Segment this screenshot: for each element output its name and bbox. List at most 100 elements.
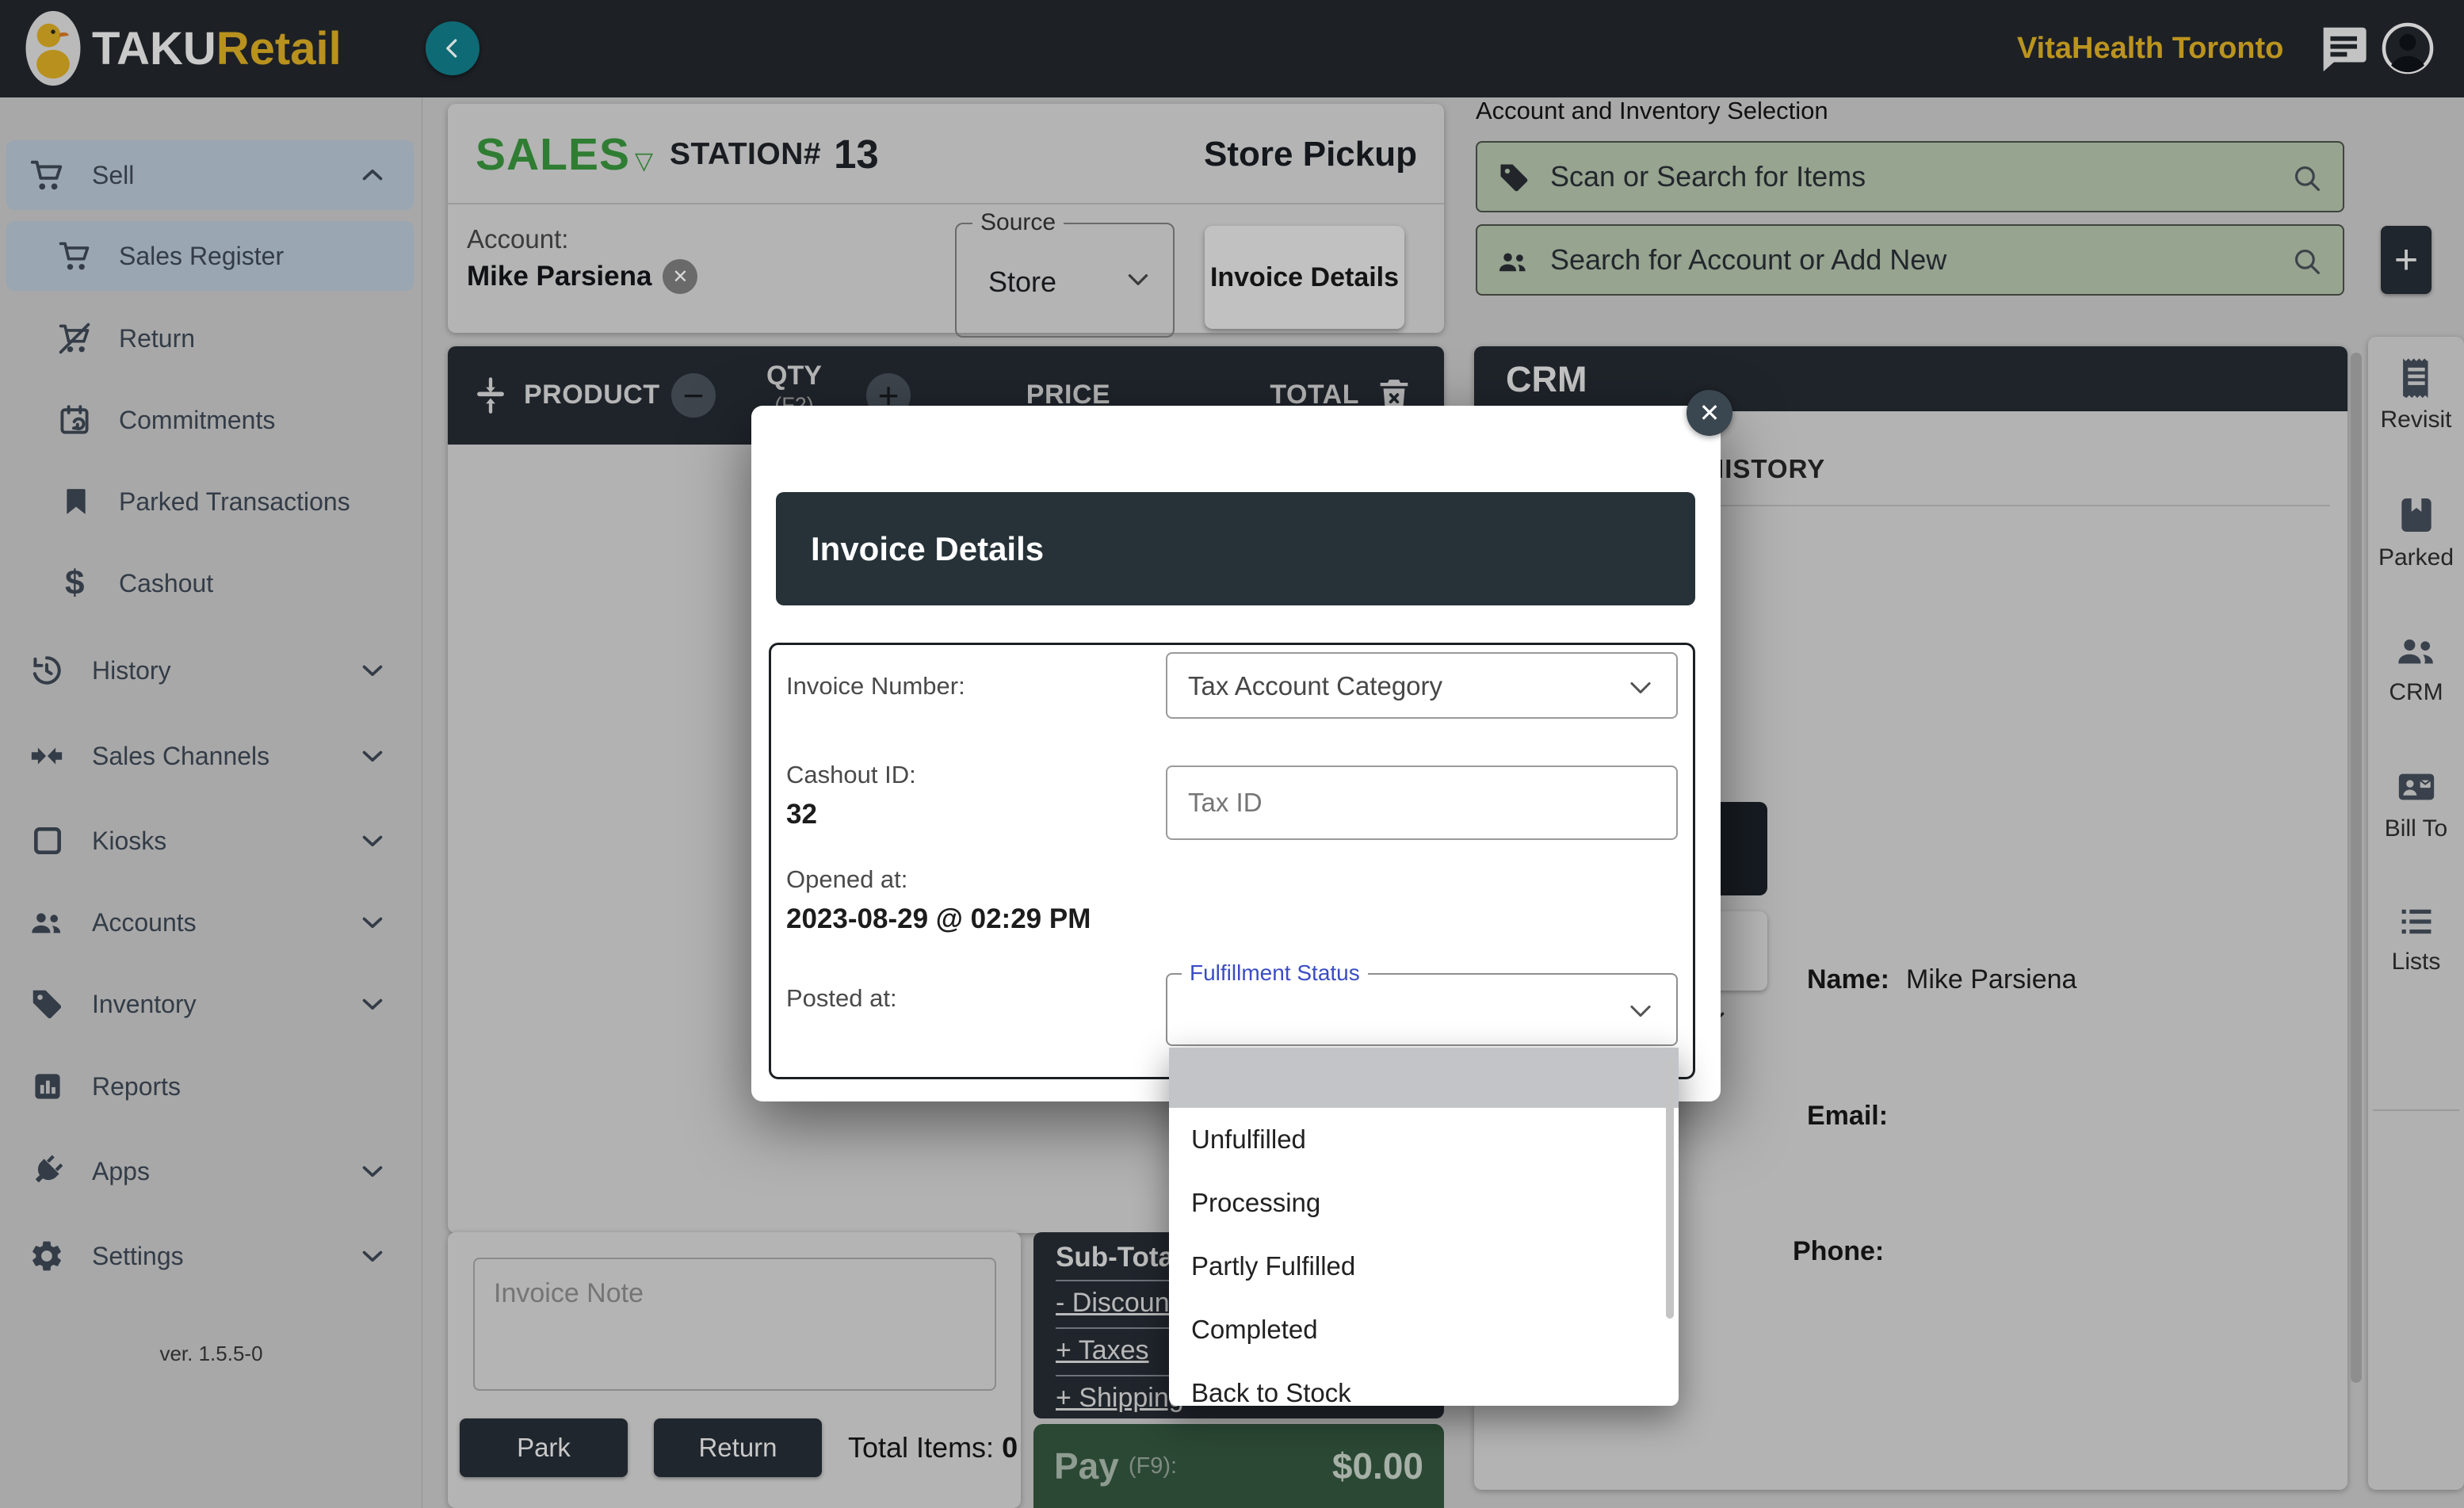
chat-icon[interactable]: [2314, 21, 2370, 76]
toolbar-item-bill-to[interactable]: Bill To: [2368, 765, 2464, 842]
sales-menu[interactable]: SALES ▽: [476, 104, 653, 204]
sidebar-item-label: Accounts: [92, 908, 197, 937]
sidebar-item-label: Cashout: [119, 569, 213, 598]
people-icon: [1495, 245, 1531, 278]
account-name: Mike Parsiena: [467, 261, 651, 292]
sidebar-item-parked-transactions[interactable]: Parked Transactions: [0, 467, 422, 536]
app-version: ver. 1.5.5-0: [0, 1342, 422, 1366]
pay-hotkey: (F9):: [1129, 1453, 1177, 1479]
sidebar-item-label: Sell: [92, 161, 134, 190]
toolbar-item-label: Lists: [2392, 949, 2441, 975]
register-header-card: SALES ▽ STATION# 13 Store Pickup Account…: [448, 104, 1444, 333]
order-mode: Store Pickup: [1204, 104, 1417, 204]
sidebar-item-label: Reports: [92, 1072, 181, 1101]
sidebar-item-reports[interactable]: Reports: [0, 1052, 422, 1121]
chevron-down-icon: [358, 908, 387, 937]
account-search-input[interactable]: [1550, 226, 2248, 294]
avatar[interactable]: [2381, 21, 2435, 75]
discount-link[interactable]: - Discount: [1056, 1288, 1177, 1319]
sidebar-item-commitments[interactable]: Commitments: [0, 385, 422, 455]
people-icon: [2393, 628, 2440, 673]
dollar-icon: $: [65, 563, 84, 603]
sidebar-item-sell[interactable]: Sell: [0, 140, 422, 210]
pay-label-group: Pay (F9):: [1054, 1424, 1177, 1508]
crm-name-label: Name:: [1807, 964, 1889, 995]
cart-icon: [57, 239, 92, 273]
station-info: STATION# 13: [670, 104, 879, 204]
chevron-down-icon: [1625, 673, 1656, 703]
toolbar-item-crm[interactable]: CRM: [2368, 628, 2464, 706]
source-select[interactable]: Source Store: [955, 223, 1175, 338]
sidebar-item-return[interactable]: Return: [0, 304, 422, 373]
crm-scrollbar[interactable]: [2351, 353, 2362, 1383]
sidebar-item-kiosks[interactable]: Kiosks: [0, 806, 422, 876]
toolbar-item-lists[interactable]: Lists: [2368, 901, 2464, 975]
taxes-link[interactable]: + Taxes: [1056, 1335, 1149, 1366]
dialog-close-button[interactable]: ✕: [1687, 390, 1732, 436]
add-account-button[interactable]: +: [2381, 226, 2432, 294]
total-items-label: Total Items:: [848, 1431, 994, 1464]
cart-return-icon: [57, 321, 92, 356]
option-back-to-stock[interactable]: Back to Stock: [1169, 1361, 1679, 1406]
return-button[interactable]: Return: [654, 1418, 822, 1477]
chevron-down-icon: [1625, 996, 1656, 1026]
pay-button[interactable]: Pay (F9): $0.00: [1033, 1424, 1444, 1508]
invoice-details-button[interactable]: Invoice Details: [1205, 226, 1404, 329]
tag-icon: [1496, 160, 1531, 195]
collapse-sidebar-button[interactable]: [426, 21, 479, 75]
sidebar-item-label: Sales Register: [119, 242, 284, 271]
option-blank[interactable]: [1169, 1048, 1679, 1108]
sidebar: Sell Sales Register Return Commitments P…: [0, 97, 422, 1508]
store-name: VitaHealth Toronto: [2017, 0, 2283, 97]
dropdown-scrollbar[interactable]: [1666, 1057, 1674, 1319]
search-icon: [2290, 162, 2324, 195]
qty-decrement-button[interactable]: −: [671, 373, 716, 418]
sidebar-item-settings[interactable]: Settings: [0, 1221, 422, 1291]
toolbar-item-revisit[interactable]: Revisit: [2368, 354, 2464, 433]
sidebar-item-sales-register[interactable]: Sales Register: [0, 221, 422, 291]
shipping-link[interactable]: + Shipping: [1056, 1383, 1184, 1414]
option-processing[interactable]: Processing: [1169, 1171, 1679, 1235]
park-button[interactable]: Park: [460, 1418, 628, 1477]
account-label: Account:: [467, 224, 568, 254]
sidebar-item-label: Commitments: [119, 406, 275, 435]
chevron-up-icon: [358, 161, 387, 189]
tax-account-category-select[interactable]: Tax Account Category: [1166, 652, 1678, 719]
dialog-header: Invoice Details: [776, 492, 1695, 605]
search-icon: [2290, 245, 2324, 278]
history-icon: [29, 652, 65, 689]
sidebar-item-sales-channels[interactable]: Sales Channels: [0, 721, 422, 791]
parked-icon: [2394, 492, 2439, 538]
total-items: Total Items: 0: [848, 1418, 1018, 1477]
sidebar-item-accounts[interactable]: Accounts: [0, 888, 422, 957]
crm-title: CRM: [1506, 359, 1587, 400]
toolbar-item-parked[interactable]: Parked: [2368, 492, 2464, 571]
option-unfulfilled[interactable]: Unfulfilled: [1169, 1108, 1679, 1171]
tax-id-input[interactable]: [1167, 767, 1676, 838]
triangle-down-icon: ▽: [635, 147, 653, 175]
crm-name-value: Mike Parsiena: [1906, 964, 2076, 995]
sidebar-item-cashout[interactable]: $ Cashout: [0, 548, 422, 618]
kiosk-icon: [30, 823, 65, 858]
invoice-number-label: Invoice Number:: [786, 672, 965, 701]
item-search-input[interactable]: [1550, 143, 2248, 211]
subtotal-label: Sub-Total: [1056, 1242, 1182, 1273]
invoice-note-textarea[interactable]: [473, 1258, 996, 1391]
side-toolbar: Revisit Parked CRM Bill To Lists: [2368, 337, 2464, 1490]
option-completed[interactable]: Completed: [1169, 1298, 1679, 1361]
sidebar-item-history[interactable]: History: [0, 636, 422, 705]
fulfillment-status-select[interactable]: Fulfillment Status: [1166, 973, 1678, 1046]
crm-phone-label: Phone:: [1793, 1236, 1884, 1267]
remove-account-button[interactable]: ✕: [663, 259, 697, 294]
sort-items-icon[interactable]: [470, 375, 511, 416]
brand-retail: Retail: [216, 22, 342, 75]
top-bar: TAKURetail VitaHealth Toronto: [0, 0, 2464, 97]
sidebar-item-label: History: [92, 656, 171, 685]
sidebar-item-inventory[interactable]: Inventory: [0, 969, 422, 1039]
sidebar-item-apps[interactable]: Apps: [0, 1136, 422, 1206]
toolbar-item-label: Bill To: [2385, 815, 2447, 842]
option-partly-fulfilled[interactable]: Partly Fulfilled: [1169, 1235, 1679, 1298]
gear-icon: [29, 1238, 65, 1274]
merge-arrows-icon: [29, 738, 65, 774]
receipt-icon: [2393, 354, 2439, 400]
